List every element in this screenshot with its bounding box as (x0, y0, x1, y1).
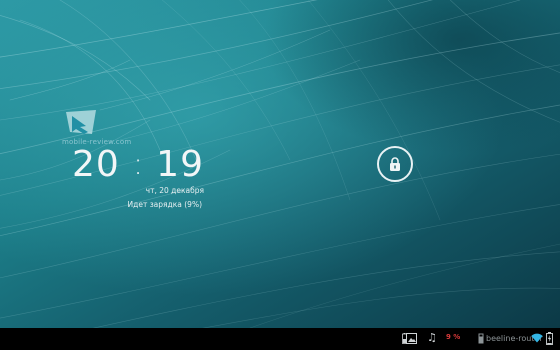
sd-card-icon (478, 333, 484, 344)
battery-charging-icon[interactable] (546, 332, 553, 345)
clock: 20 : 19 (72, 144, 204, 186)
gallery-icon[interactable] (406, 333, 417, 344)
cpu-usage-text: 9 % (446, 333, 461, 341)
clock-hours: 20 (72, 144, 120, 185)
lock-screen: mobile-review.com 20 : 19 чт, 20 декабря… (0, 0, 560, 350)
wifi-icon[interactable] (531, 333, 543, 343)
date-text: чт, 20 декабря (145, 186, 204, 195)
lock-icon (390, 157, 400, 171)
clock-minutes: 19 (156, 144, 204, 185)
music-icon[interactable]: ♫ (427, 331, 437, 344)
unlock-button[interactable] (377, 146, 413, 182)
charging-status: Идет зарядка (9%) (127, 200, 202, 209)
watermark-arrow-icon (66, 110, 96, 134)
status-bar: ♫ 9 % beeline-router (0, 328, 560, 350)
clock-colon: : (132, 147, 144, 182)
